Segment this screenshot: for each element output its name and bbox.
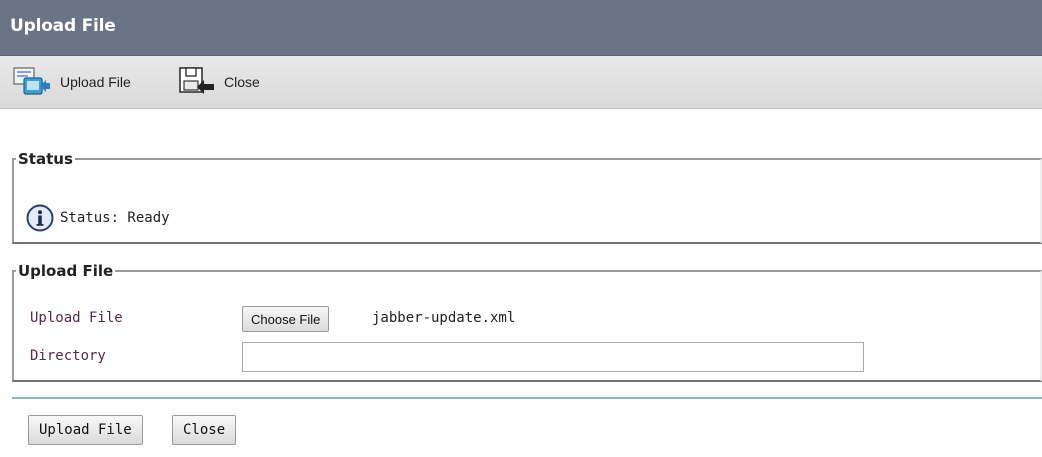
- toolbar-upload-file-label: Upload File: [60, 74, 131, 90]
- status-legend: Status: [18, 150, 73, 168]
- status-text: Status: Ready: [60, 210, 170, 226]
- upload-file-button[interactable]: Upload File: [28, 415, 143, 445]
- toolbar-close-button[interactable]: Close: [178, 66, 260, 98]
- choose-file-button[interactable]: Choose File: [242, 306, 330, 332]
- upload-file-label: Upload File: [30, 310, 123, 326]
- toolbar-close-label: Close: [224, 74, 260, 90]
- selected-file-name: jabber-update.xml: [372, 310, 516, 326]
- upload-file-group: Upload File Upload File Choose File jabb…: [12, 262, 1042, 382]
- window-title: Upload File: [10, 16, 116, 36]
- directory-input[interactable]: [242, 342, 864, 372]
- toolbar-upload-file-button[interactable]: Upload File: [12, 66, 131, 98]
- info-icon: [26, 204, 54, 232]
- divider: [12, 397, 1042, 399]
- upload-file-legend: Upload File: [18, 262, 114, 280]
- close-window-icon: [179, 67, 214, 94]
- toolbar: Upload File Close: [0, 56, 1042, 109]
- upload-file-icon: [13, 67, 50, 95]
- status-group: Status Status: Ready: [12, 150, 1042, 244]
- window-title-bar: Upload File: [0, 0, 1042, 56]
- close-button[interactable]: Close: [172, 415, 237, 445]
- directory-label: Directory: [30, 348, 106, 364]
- status-row: Status: Ready: [26, 204, 170, 232]
